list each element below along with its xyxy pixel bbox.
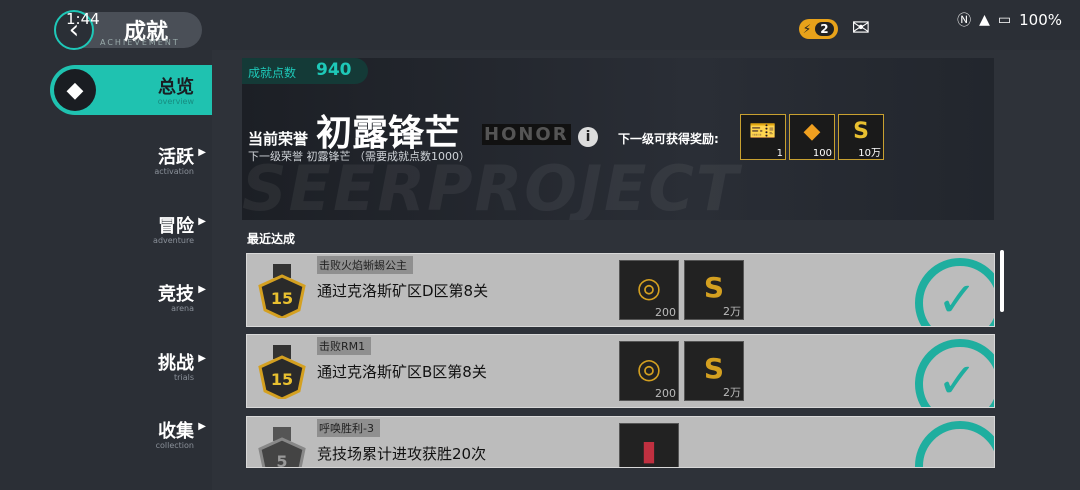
sidebar: ◆ 总览 overview 活跃 ▶ activation 冒险 ▶ adven… (0, 60, 212, 490)
triangle-right-icon: ▶ (198, 353, 206, 364)
reward-crystal[interactable]: ◆ 100 (789, 114, 835, 160)
achievement-row[interactable]: 5 呼唤胜利-3 竞技场累计进攻获胜20次 ▮ (246, 416, 995, 468)
honor-banner: SEERPROJECT 成就点数 940 当前荣誉 初露锋芒 HONOR i 下… (242, 58, 994, 220)
nav-sub: overview (157, 97, 194, 106)
card-icon: ▮ (641, 434, 657, 467)
reward-qty: 200 (655, 306, 676, 319)
achievement-title: 通过克洛斯矿区D区第8关 (317, 282, 489, 300)
crystal-icon: ◆ (803, 119, 821, 144)
status-time: 1:44 (66, 10, 100, 28)
check-mark-icon: ✓ (937, 353, 978, 408)
reward-label: 下一级可获得奖励: (618, 132, 719, 146)
nav-overview[interactable]: ◆ 总览 overview (50, 65, 212, 115)
achievement-condition: 击败火焰蜥蜴公主 (317, 256, 413, 274)
nav-sub: arena (171, 304, 194, 313)
points-box: 成就点数 940 (242, 58, 368, 84)
triangle-right-icon: ▶ (198, 147, 206, 158)
chip-icon: ◎ (636, 271, 662, 304)
row-reward-coin[interactable]: S 2万 (684, 341, 744, 401)
reward-qty: 200 (655, 387, 676, 400)
badge-level: 15 (271, 289, 293, 308)
nfc-icon: Ⓝ (957, 13, 972, 29)
triangle-right-icon: ▶ (198, 216, 206, 227)
nav-trials[interactable]: 挑战 ▶ trials (50, 341, 212, 391)
honor-label: 当前荣誉 (248, 130, 309, 148)
nav-collection[interactable]: 收集 ▶ collection (50, 409, 212, 459)
ticket-icon: 🎫 (749, 119, 777, 144)
nav-sub: collection (155, 441, 194, 450)
row-reward-chip[interactable]: ◎ 200 (619, 341, 679, 401)
nav-label: 挑战 (158, 353, 194, 374)
reward-qty: 1 (776, 148, 783, 159)
row-reward-coin[interactable]: S 2万 (684, 260, 744, 320)
nav-adventure[interactable]: 冒险 ▶ adventure (50, 204, 212, 254)
system-icons: Ⓝ ▲ ▭ 100% (957, 10, 1062, 30)
coin-icon: S (853, 119, 869, 144)
achievement-row[interactable]: 15 击败RM1 通过克洛斯矿区B区第8关 ◎ 200 S 2万 ✓ (246, 334, 995, 408)
status-bar: 1:44 Ⓝ ▲ ▭ 100% (0, 0, 1080, 40)
reward-coin[interactable]: S 10万 (838, 114, 884, 160)
medal-icon: 5 (258, 427, 306, 468)
completed-check-icon (915, 421, 994, 467)
battery-icon: ▭ (997, 12, 1012, 28)
points-label: 成就点数 (248, 66, 297, 80)
chip-icon: ◎ (636, 352, 662, 385)
achievement-row[interactable]: 15 击败火焰蜥蜴公主 通过克洛斯矿区D区第8关 ◎ 200 S 2万 ✓ (246, 253, 995, 327)
achievement-title: 竞技场累计进攻获胜20次 (317, 445, 487, 463)
medal-icon: 15 (258, 345, 306, 399)
achievement-condition: 击败RM1 (317, 337, 372, 355)
reward-qty: 10万 (858, 148, 881, 159)
points-value: 940 (316, 60, 352, 80)
info-icon[interactable]: i (578, 127, 598, 147)
coin-icon: S (703, 352, 725, 385)
battery-percent: 100% (1019, 11, 1062, 29)
reward-qty: 2万 (723, 305, 741, 318)
scrollbar[interactable] (1000, 250, 1004, 312)
reward-qty: 100 (812, 148, 832, 159)
honor-en: HONOR (482, 124, 571, 145)
reward-ticket[interactable]: 🎫 1 (740, 114, 786, 160)
triangle-right-icon: ▶ (198, 284, 206, 295)
nav-label: 竞技 (158, 284, 194, 305)
triangle-right-icon: ▶ (198, 421, 206, 432)
nav-sub: trials (174, 373, 194, 382)
nav-label: 冒险 (158, 216, 194, 237)
badge-level: 15 (271, 370, 293, 389)
nav-label: 收集 (158, 421, 194, 442)
signal-icon: ▲ (979, 12, 990, 28)
check-mark-icon: ✓ (937, 272, 978, 327)
recent-label: 最近达成 (247, 232, 296, 246)
overview-icon: ◆ (54, 69, 96, 111)
nav-sub: adventure (153, 236, 194, 245)
main-panel: SEERPROJECT 成就点数 940 当前荣誉 初露锋芒 HONOR i 下… (212, 50, 1080, 490)
nav-label: 活跃 (158, 147, 194, 168)
reward-qty: 2万 (723, 386, 741, 399)
nav-activation[interactable]: 活跃 ▶ activation (50, 135, 212, 185)
achievement-condition: 呼唤胜利-3 (317, 419, 380, 437)
next-level-text: 下一级荣誉 初露锋芒 （需要成就点数1000） (248, 150, 470, 163)
row-reward-chip[interactable]: ◎ 200 (619, 260, 679, 320)
nav-sub: activation (154, 167, 194, 176)
medal-icon: 15 (258, 264, 306, 318)
coin-icon: S (703, 271, 725, 304)
achievement-title: 通过克洛斯矿区B区第8关 (317, 363, 487, 381)
badge-level: 5 (276, 452, 287, 468)
nav-label: 总览 (158, 77, 194, 98)
nav-arena[interactable]: 竞技 ▶ arena (50, 272, 212, 322)
row-reward-card[interactable]: ▮ (619, 423, 679, 467)
